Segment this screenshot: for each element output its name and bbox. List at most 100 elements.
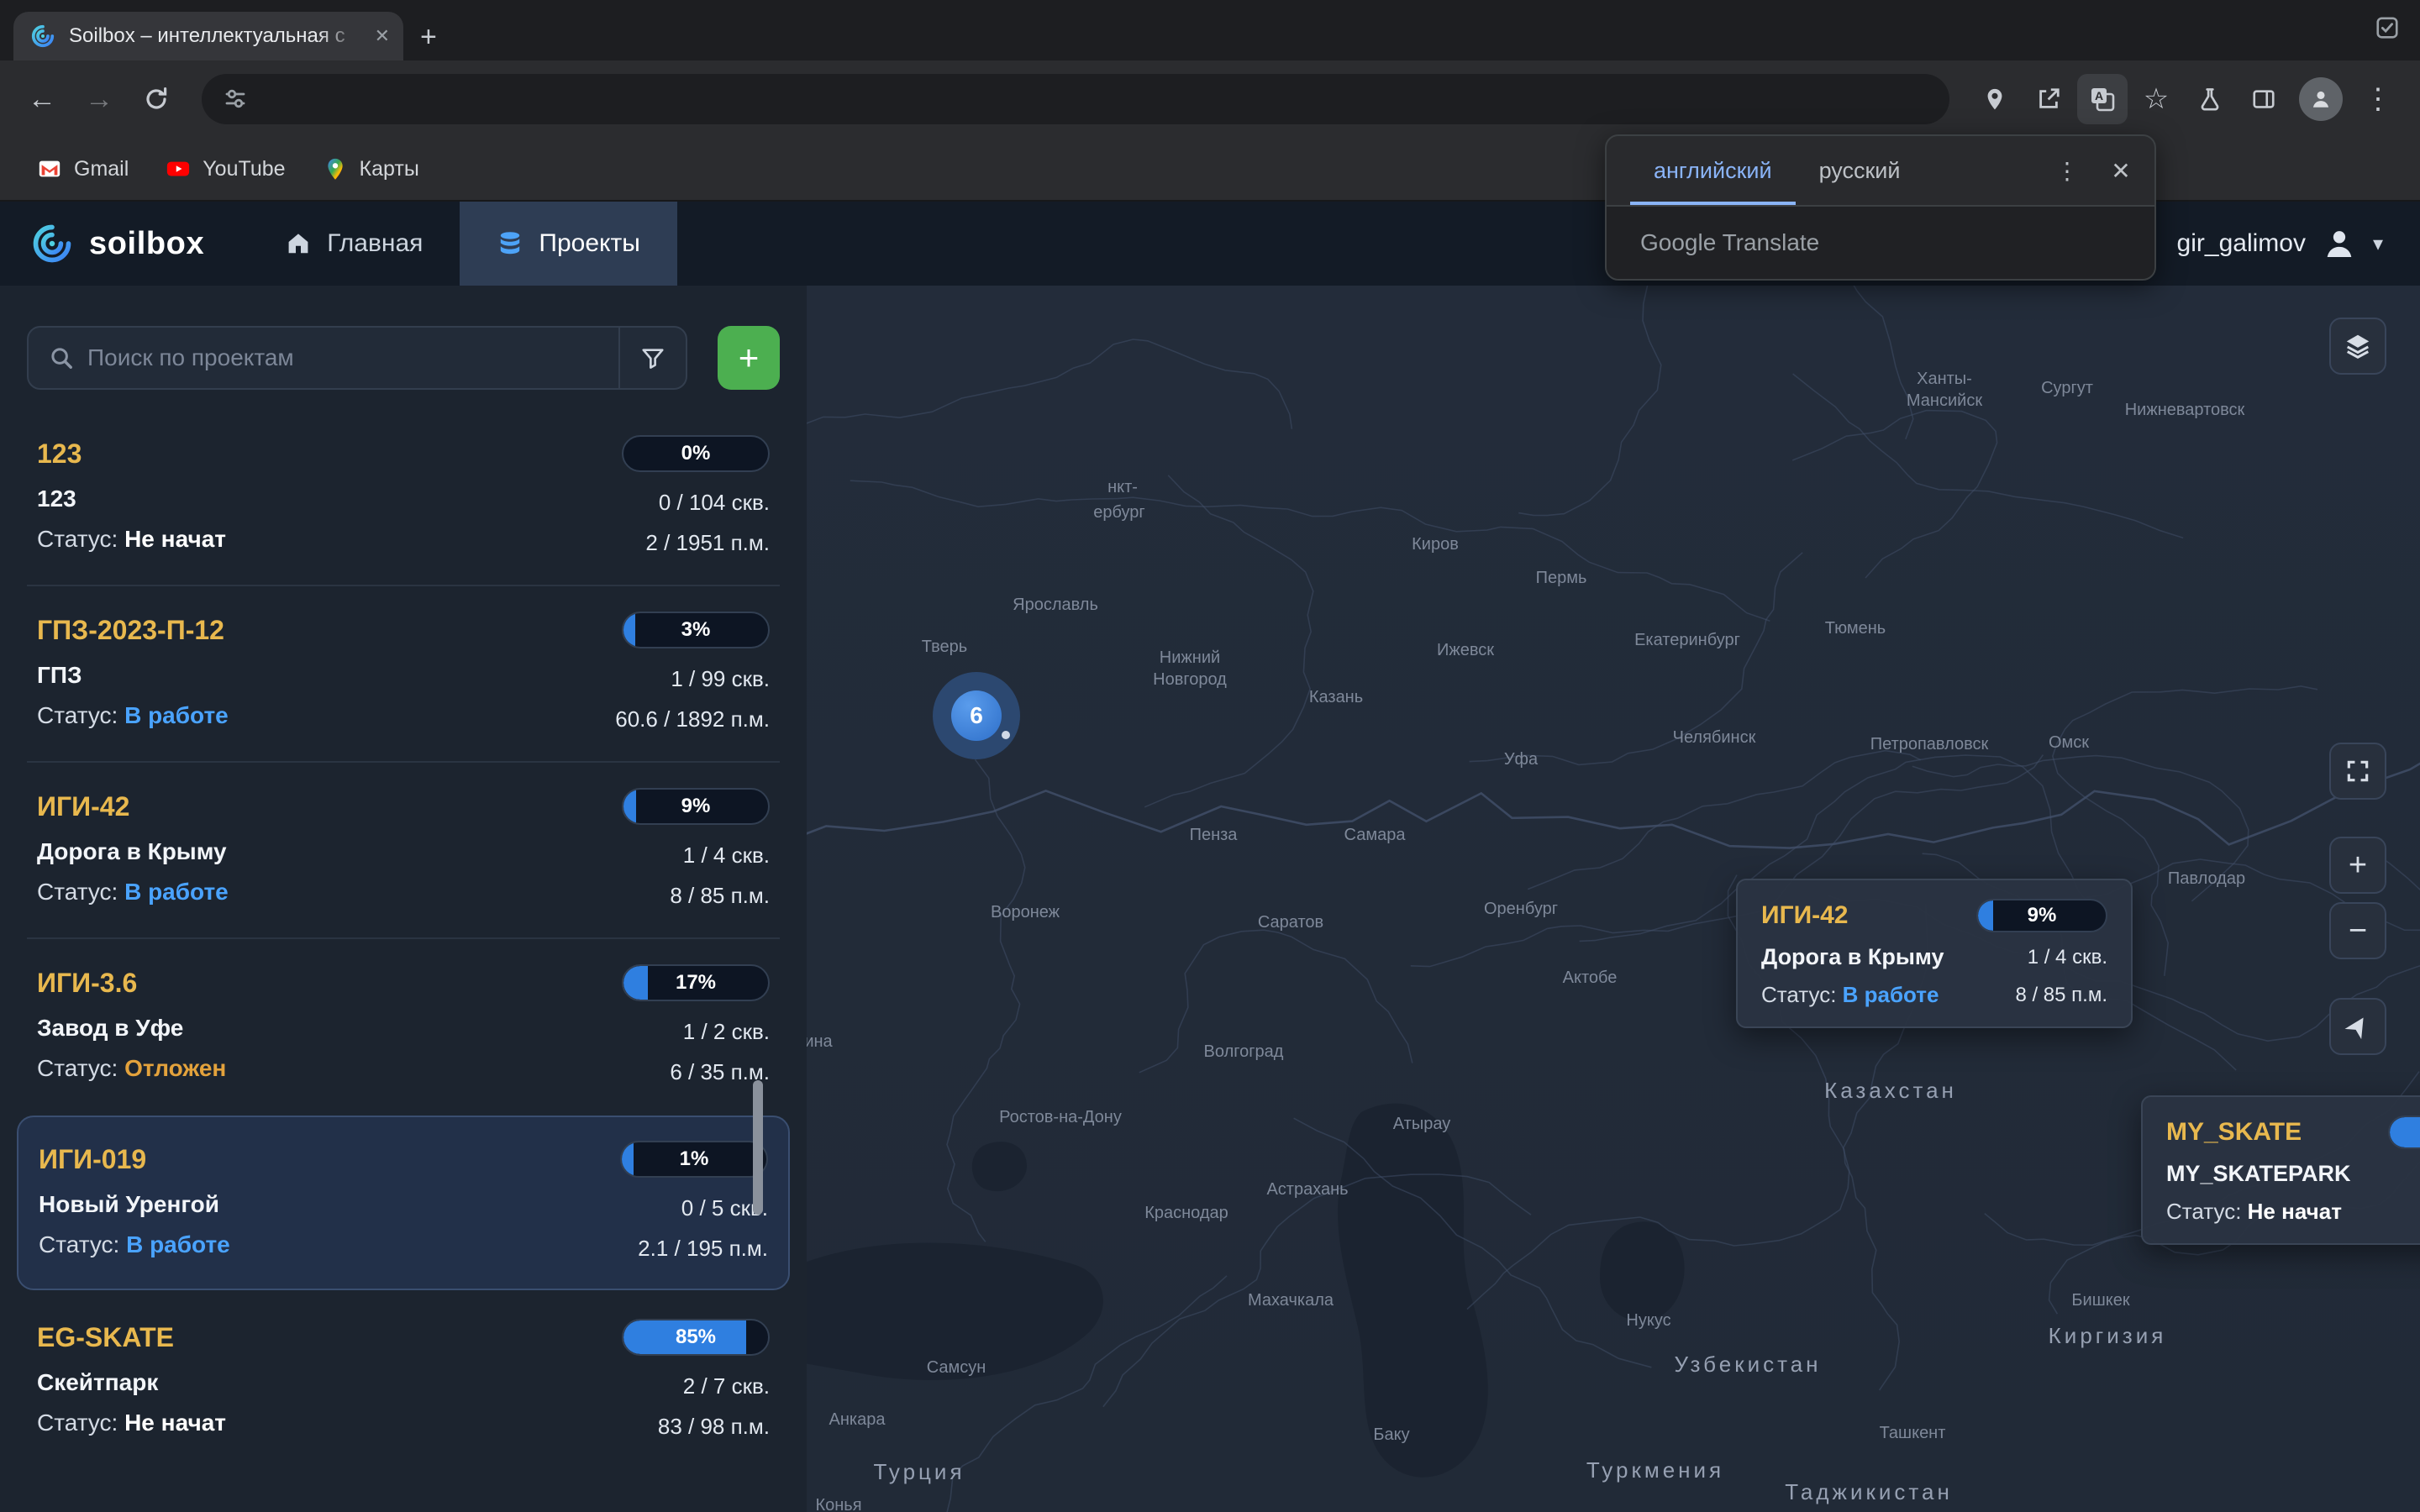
- bookmark-maps[interactable]: Карты: [309, 150, 433, 188]
- bookmark-gmail[interactable]: Gmail: [24, 150, 142, 188]
- gmail-icon: [37, 156, 62, 181]
- location-pin-icon[interactable]: [1970, 74, 2020, 124]
- tune-icon[interactable]: [222, 86, 249, 113]
- nav-home[interactable]: Главная: [248, 202, 460, 286]
- project-wells: 1 / 99 скв.: [671, 662, 770, 696]
- map-city-label: Екатеринбург: [1634, 629, 1740, 651]
- map-city-label: Анкара: [829, 1409, 886, 1431]
- popup-project-name: Дорога в Крыму: [1761, 944, 1944, 970]
- map-country-label: Туркмения: [1586, 1459, 1724, 1481]
- browser-menu-kebab-icon[interactable]: ⋮: [2353, 74, 2403, 124]
- side-panel-icon[interactable]: [2238, 74, 2289, 124]
- project-code: ГПЗ-2023-П-12: [37, 612, 571, 648]
- project-card[interactable]: ИГИ-3.6 Завод в Уфе Статус: Отложен 17% …: [27, 937, 780, 1114]
- address-bar[interactable]: [202, 74, 1949, 124]
- map-city-label: Челябинск: [1673, 727, 1756, 748]
- project-status: Статус: Отложен: [37, 1052, 571, 1085]
- popup-project-wells: 1 / 4 скв.: [2028, 946, 2107, 969]
- project-meters: 2 / 1951 п.м.: [645, 526, 770, 559]
- map-popup-igi42[interactable]: ИГИ-42 9% Дорога в Крыму 1 / 4 скв. Стат…: [1736, 879, 2133, 1028]
- soilbox-logo[interactable]: soilbox: [0, 202, 248, 286]
- map-city-label: ербург: [1093, 501, 1144, 523]
- map-city-label: Самсун: [927, 1357, 986, 1378]
- tab-checkbox-icon[interactable]: [2375, 15, 2400, 47]
- locate-button[interactable]: [2329, 998, 2386, 1055]
- map-city-label: Конья: [815, 1494, 861, 1512]
- add-project-button[interactable]: +: [718, 326, 780, 390]
- username-label: gir_galimov: [2177, 229, 2306, 258]
- zoom-in-button[interactable]: +: [2329, 837, 2386, 894]
- map-city-label: Павлодар: [2168, 868, 2245, 890]
- map-city-label: Тверь: [922, 636, 967, 658]
- new-tab-button[interactable]: +: [403, 21, 454, 60]
- layers-button[interactable]: [2329, 318, 2386, 375]
- translate-tabs: английский русский ⋮ ✕: [1607, 136, 2154, 205]
- progress-pill: 3%: [622, 612, 770, 648]
- translate-popup: английский русский ⋮ ✕ Google Translate: [1605, 134, 2156, 281]
- tab-close-icon[interactable]: ✕: [375, 25, 390, 47]
- nav-projects[interactable]: Проекты: [460, 202, 676, 286]
- popup-progress-pill: 9%: [1976, 899, 2107, 932]
- project-meters: 60.6 / 1892 п.м.: [615, 702, 770, 736]
- browser-toolbar: ← → А ☆: [0, 60, 2420, 138]
- bookmark-youtube[interactable]: YouTube: [152, 150, 298, 188]
- popup-project-code: MY_SKATE: [2166, 1118, 2302, 1147]
- map-point-marker[interactable]: [1002, 731, 1010, 739]
- project-card[interactable]: ИГИ-019 Новый Уренгой Статус: В работе 1…: [17, 1116, 790, 1290]
- map-canvas[interactable]: Ханты- МансийскСургутНижневартовскКировП…: [807, 286, 2420, 1512]
- browser-profile-avatar[interactable]: [2299, 77, 2343, 121]
- map-city-label: ина: [807, 1031, 833, 1053]
- open-in-new-icon[interactable]: [2023, 74, 2074, 124]
- search-input[interactable]: [74, 344, 618, 371]
- translate-icon[interactable]: А: [2077, 74, 2128, 124]
- forward-button[interactable]: →: [74, 74, 124, 124]
- project-card[interactable]: ГПЗ-2023-П-12 ГПЗ Статус: В работе 3% 1 …: [27, 585, 780, 761]
- map-city-label: Саратов: [1258, 911, 1323, 933]
- youtube-icon: [166, 156, 191, 181]
- project-meters: 83 / 98 п.м.: [658, 1410, 770, 1443]
- project-card[interactable]: ИГИ-42 Дорога в Крыму Статус: В работе 9…: [27, 761, 780, 937]
- project-list: 123 123 Статус: Не начат 0% 0 / 104 скв.…: [27, 410, 780, 1468]
- project-wells: 1 / 2 скв.: [683, 1015, 770, 1048]
- map-city-label: Самара: [1344, 824, 1406, 846]
- map-popup-myskate[interactable]: MY_SKATE MY_SKATEPARK Статус: Не начат: [2141, 1095, 2420, 1245]
- flask-icon[interactable]: [2185, 74, 2235, 124]
- map-city-label: Краснодар: [1144, 1202, 1228, 1224]
- zoom-out-button[interactable]: −: [2329, 902, 2386, 959]
- map-city-label: Актобе: [1563, 967, 1618, 989]
- popup-progress-pill: [2388, 1116, 2420, 1149]
- map-city-label: Атырау: [1393, 1113, 1450, 1135]
- filter-button[interactable]: [618, 328, 686, 388]
- project-name: Скейтпарк: [37, 1366, 571, 1399]
- project-wells: 0 / 104 скв.: [659, 486, 770, 519]
- project-status: Статус: В работе: [37, 699, 571, 732]
- project-search: [27, 326, 687, 390]
- map-city-label: Ижевск: [1437, 639, 1494, 661]
- fullscreen-button[interactable]: [2329, 743, 2386, 800]
- map-city-label: Астрахань: [1266, 1179, 1348, 1200]
- back-button[interactable]: ←: [17, 74, 67, 124]
- bookmark-star-icon[interactable]: ☆: [2131, 74, 2181, 124]
- map-city-label: Ростов-на-Дону: [999, 1106, 1122, 1128]
- translate-menu-kebab-icon[interactable]: ⋮: [2044, 147, 2091, 194]
- map-city-label: Нижний Новгород: [1153, 647, 1227, 690]
- project-card[interactable]: 123 123 Статус: Не начат 0% 0 / 104 скв.…: [27, 410, 780, 585]
- map-city-label: Оренбург: [1484, 898, 1558, 920]
- map-city-label: Ярославль: [1013, 594, 1098, 616]
- map-cluster-marker[interactable]: 6: [933, 672, 1020, 759]
- popup-project-name: MY_SKATEPARK: [2166, 1161, 2351, 1187]
- reload-button[interactable]: [131, 74, 182, 124]
- translate-close-icon[interactable]: ✕: [2097, 147, 2144, 194]
- user-menu[interactable]: gir_galimov ▾: [2177, 202, 2420, 286]
- translate-tab-english[interactable]: английский: [1630, 136, 1796, 205]
- project-wells: 2 / 7 скв.: [683, 1369, 770, 1403]
- nav-projects-label: Проекты: [539, 229, 639, 258]
- map-city-label: Уфа: [1504, 748, 1538, 770]
- project-card[interactable]: EG-SKATE Скейтпарк Статус: Не начат 85% …: [27, 1292, 780, 1468]
- translate-tab-russian[interactable]: русский: [1796, 136, 1924, 205]
- progress-pill: 17%: [622, 964, 770, 1001]
- browser-tab[interactable]: Soilbox – интеллектуальная с ✕: [13, 12, 403, 60]
- map-city-label: Омск: [2049, 732, 2089, 753]
- sidebar-scrollbar[interactable]: [753, 1080, 763, 1215]
- map-city-label: Ташкент: [1880, 1422, 1946, 1444]
